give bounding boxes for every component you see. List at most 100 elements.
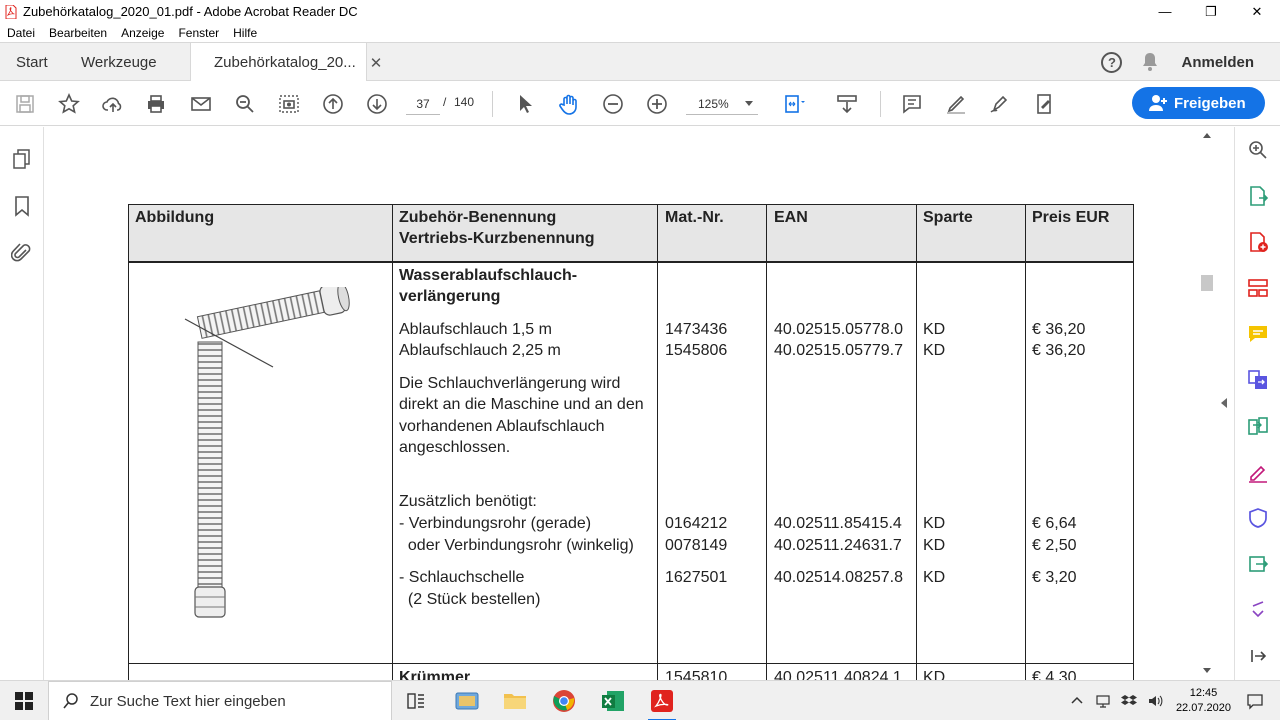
acrobat-file-icon — [5, 4, 17, 19]
menu-hilfe[interactable]: Hilfe — [233, 26, 257, 40]
scroll-mode-icon[interactable] — [834, 91, 860, 117]
menu-fenster[interactable]: Fenster — [178, 26, 219, 40]
row2-price: € 4,30 — [1032, 669, 1077, 680]
organize-pages-icon[interactable] — [1247, 277, 1269, 299]
comment-tool-icon[interactable] — [1247, 323, 1269, 345]
tab-close-icon[interactable]: ✕ — [370, 54, 383, 72]
protect-icon[interactable] — [1247, 507, 1269, 529]
taskbar-clock[interactable]: 12:45 22.07.2020 — [1176, 686, 1231, 716]
right-panel-toggle-icon[interactable] — [1221, 398, 1227, 408]
dropbox-icon[interactable] — [1120, 693, 1137, 709]
item-sparte: KD — [923, 321, 946, 338]
attachment-icon[interactable] — [11, 242, 33, 264]
zoom-value: 125% — [698, 96, 729, 111]
draw-icon[interactable] — [987, 91, 1013, 117]
zoom-select[interactable]: 125% — [686, 93, 758, 115]
add-person-icon — [1149, 95, 1167, 111]
more-tools-icon[interactable] — [1247, 599, 1269, 621]
pages-thumbnail-icon[interactable] — [11, 148, 33, 170]
excel-icon[interactable] — [597, 685, 629, 717]
snapshot-icon[interactable] — [276, 91, 302, 117]
menu-datei[interactable]: Datei — [7, 26, 35, 40]
restore-button[interactable]: ❐ — [1188, 0, 1234, 23]
tab-document[interactable]: Zubehörkatalog_20... ✕ — [190, 43, 382, 82]
extra-mat: 0078149 — [665, 537, 728, 554]
help-icon[interactable]: ? — [1101, 51, 1123, 73]
fit-page-icon[interactable] — [780, 91, 806, 117]
menu-bearbeiten[interactable]: Bearbeiten — [49, 26, 107, 40]
page-number-input[interactable]: 37 — [406, 93, 440, 115]
toolbar-divider — [492, 91, 493, 117]
header-image: Abbildung — [135, 209, 215, 226]
row2-ean: 40.02511.40824.1 — [774, 669, 902, 680]
file-explorer-icon[interactable] — [499, 685, 531, 717]
zoom-out-icon[interactable] — [600, 91, 626, 117]
extra-sparte: KD — [923, 537, 946, 554]
page-total: 140 — [454, 95, 475, 109]
hose-illustration — [184, 287, 350, 618]
hand-tool-icon[interactable] — [556, 91, 582, 117]
export-pdf-icon[interactable] — [1247, 185, 1269, 207]
extra-ean: 40.02511.24631.7 — [774, 537, 902, 554]
row2-mat: 1545810 — [665, 669, 728, 680]
photos-app-icon[interactable] — [451, 685, 483, 717]
minimize-button[interactable]: — — [1142, 0, 1188, 23]
window-title: Zubehörkatalog_2020_01.pdf - Adobe Acrob… — [23, 4, 358, 19]
description-line: angeschlossen. — [399, 439, 511, 456]
save-icon[interactable] — [12, 91, 38, 117]
print-icon[interactable] — [143, 91, 169, 117]
extra-name: - Verbindungsrohr (gerade) — [399, 515, 592, 532]
star-icon[interactable] — [56, 91, 82, 117]
create-pdf-icon[interactable] — [1247, 231, 1269, 253]
scroll-thumb[interactable] — [1201, 275, 1213, 291]
bell-icon[interactable] — [1141, 52, 1159, 72]
extra-name: oder Verbindungsrohr (winkelig) — [399, 537, 634, 554]
task-view-icon[interactable] — [400, 685, 432, 717]
select-cursor-icon[interactable] — [512, 91, 538, 117]
zoom-in-icon[interactable] — [644, 91, 670, 117]
right-tools-panel — [1234, 127, 1280, 680]
taskbar-search-placeholder: Zur Suche Text hier eingeben — [90, 692, 286, 710]
highlight-pen-icon[interactable] — [943, 91, 969, 117]
chrome-icon[interactable] — [548, 685, 580, 717]
volume-icon[interactable] — [1147, 693, 1163, 709]
pdf-page: Abbildung Zubehör-Benennung Vertriebs-Ku… — [63, 127, 1181, 680]
row1-title-line2: verlängerung — [399, 288, 501, 305]
share-button[interactable]: Freigeben — [1132, 87, 1265, 119]
cloud-upload-icon[interactable] — [100, 91, 126, 117]
extra-ean: 40.02511.85415.4 — [774, 515, 902, 532]
item-ean: 40.02515.05779.7 — [774, 342, 904, 359]
compare-files-icon[interactable] — [1247, 415, 1269, 437]
header-ean: EAN — [774, 209, 808, 226]
network-icon[interactable] — [1095, 693, 1111, 709]
menu-anzeige[interactable]: Anzeige — [121, 26, 164, 40]
collapse-panel-icon[interactable] — [1247, 645, 1269, 667]
previous-page-icon[interactable] — [320, 91, 346, 117]
bookmark-icon[interactable] — [11, 195, 33, 217]
taskbar-search-input[interactable]: Zur Suche Text hier eingeben — [48, 681, 392, 720]
acrobat-taskbar-icon[interactable] — [646, 685, 678, 720]
table-rule — [392, 204, 393, 680]
search-icon[interactable] — [232, 91, 258, 117]
scroll-down-icon[interactable] — [1203, 668, 1211, 673]
signin-button[interactable]: Anmelden — [1181, 54, 1254, 71]
document-viewport[interactable]: Abbildung Zubehör-Benennung Vertriebs-Ku… — [45, 127, 1200, 680]
vertical-scrollbar[interactable] — [1200, 127, 1214, 680]
comment-icon[interactable] — [899, 91, 925, 117]
mail-icon[interactable] — [188, 91, 214, 117]
zoom-search-icon[interactable] — [1247, 139, 1269, 161]
scroll-up-icon[interactable] — [1203, 133, 1211, 138]
close-window-button[interactable]: ✕ — [1234, 0, 1280, 23]
tab-tools[interactable]: Werkzeuge — [81, 43, 157, 81]
combine-files-icon[interactable] — [1247, 369, 1269, 391]
tab-start[interactable]: Start — [16, 43, 48, 81]
row2-sparte: KD — [923, 669, 946, 680]
send-for-review-icon[interactable] — [1247, 553, 1269, 575]
notification-center-icon[interactable] — [1246, 692, 1264, 710]
chevron-up-icon[interactable] — [1069, 693, 1085, 709]
windows-start-icon[interactable] — [0, 681, 48, 720]
next-page-icon[interactable] — [364, 91, 390, 117]
fill-sign-icon[interactable] — [1031, 91, 1057, 117]
item-ean: 40.02515.05778.0 — [774, 321, 904, 338]
fill-and-sign-icon[interactable] — [1247, 461, 1269, 483]
